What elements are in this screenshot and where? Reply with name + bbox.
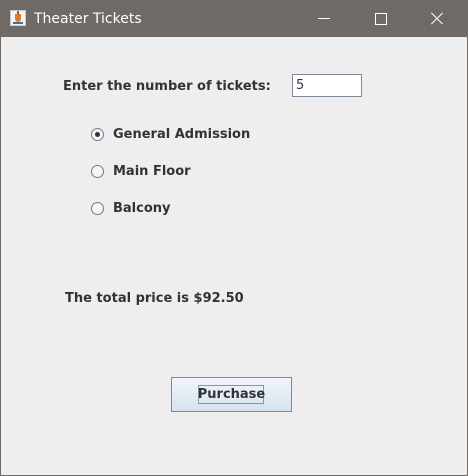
total-price-label: The total price is $92.50 xyxy=(65,291,244,306)
radio-label[interactable]: General Admission xyxy=(113,127,250,143)
title-bar[interactable]: Theater Tickets xyxy=(1,1,467,37)
app-window: Theater Tickets Enter the number of tick… xyxy=(0,0,468,476)
radio-button-icon[interactable] xyxy=(91,202,104,215)
minimize-button[interactable] xyxy=(301,1,347,37)
radio-selected-dot xyxy=(95,132,100,137)
radio-button-icon[interactable] xyxy=(91,128,104,141)
radio-button-icon[interactable] xyxy=(91,165,104,178)
radio-label[interactable]: Main Floor xyxy=(113,164,191,180)
minimize-icon xyxy=(318,18,330,19)
maximize-button[interactable] xyxy=(357,1,403,37)
purchase-button[interactable]: Purchase xyxy=(171,377,292,412)
java-cup-icon xyxy=(10,10,26,26)
tickets-prompt-label: Enter the number of tickets: xyxy=(63,79,271,94)
window-title: Theater Tickets xyxy=(34,11,142,27)
maximize-icon xyxy=(375,13,387,25)
purchase-button-label: Purchase xyxy=(197,387,266,402)
radio-label[interactable]: Balcony xyxy=(113,201,171,217)
close-button[interactable] xyxy=(413,1,459,37)
ticket-count-input[interactable] xyxy=(292,74,362,97)
